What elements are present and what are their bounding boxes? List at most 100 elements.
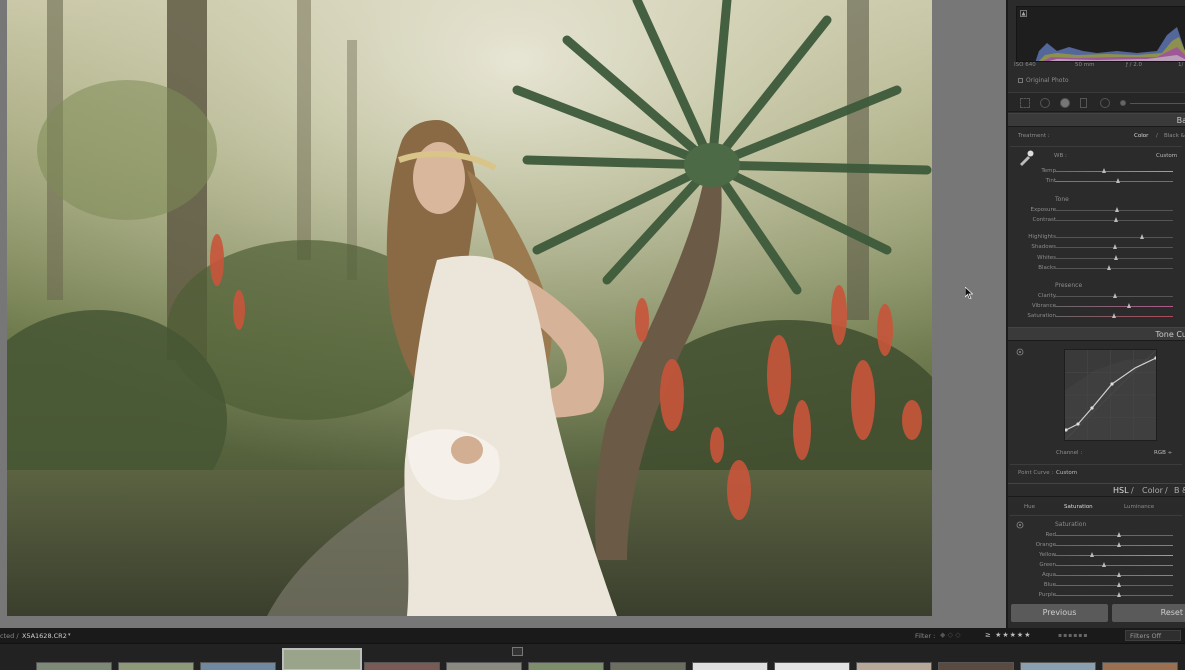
saturation-knob[interactable] (1111, 313, 1116, 318)
hsl-blue-knob[interactable] (1117, 582, 1122, 587)
blacks-knob[interactable] (1106, 265, 1111, 270)
filmstrip-thumbnail[interactable] (364, 662, 440, 670)
hsl-color-title[interactable]: Color (1142, 484, 1163, 497)
radial-filter-icon[interactable] (1100, 98, 1110, 108)
highlights-slider-row[interactable]: Highlights (1008, 233, 1185, 243)
histogram[interactable] (1016, 6, 1185, 62)
red-eye-icon[interactable] (1060, 98, 1070, 108)
highlights-knob[interactable] (1139, 234, 1144, 239)
contrast-slider-track[interactable] (1055, 217, 1173, 222)
tone-curve-graph[interactable] (1064, 349, 1158, 441)
filmstrip-thumbnail[interactable] (774, 662, 850, 670)
whites-slider-track[interactable] (1055, 255, 1173, 260)
filmstrip-thumbnail[interactable] (692, 662, 768, 670)
hsl-orange-track[interactable] (1055, 542, 1173, 547)
tint-slider-row[interactable]: Tint (1008, 177, 1185, 187)
crop-overlay-icon[interactable] (1020, 98, 1030, 108)
previous-button[interactable]: Previous (1011, 604, 1108, 622)
original-photo-toggle[interactable]: Original Photo (1018, 77, 1069, 84)
point-curve-dropdown[interactable]: Custom (1056, 470, 1077, 476)
shadows-slider-row[interactable]: Shadows (1008, 243, 1185, 253)
filmstrip-thumbnail-selected[interactable] (282, 648, 362, 670)
temp-slider-track[interactable] (1055, 168, 1173, 173)
filmstrip-thumbnail[interactable] (118, 662, 194, 670)
contrast-slider-row[interactable]: Contrast (1008, 216, 1185, 226)
clarity-knob[interactable] (1112, 293, 1117, 298)
filmstrip-thumbnail[interactable] (1020, 662, 1096, 670)
rating-filter-stars-icon[interactable]: ≥ ★★★★★ (985, 631, 1031, 639)
flag-filter-icons[interactable]: ◆ ◇ ◇ (940, 631, 961, 639)
hsl-purple-knob[interactable] (1117, 592, 1122, 597)
hsl-green-row[interactable]: Green (1008, 561, 1185, 571)
whites-knob[interactable] (1113, 255, 1118, 260)
hsl-blue-row[interactable]: Blue (1008, 581, 1185, 591)
tint-slider-track[interactable] (1055, 178, 1173, 183)
treatment-bw-option[interactable]: Black & (1164, 133, 1185, 139)
hsl-aqua-knob[interactable] (1117, 572, 1122, 577)
temp-knob[interactable] (1102, 168, 1107, 173)
filmstrip-thumbnail[interactable] (36, 662, 112, 670)
hsl-blue-track[interactable] (1055, 582, 1173, 587)
filmstrip-handle-icon[interactable] (512, 647, 523, 656)
filename-dropdown[interactable]: X5A1628.CR2 (22, 632, 67, 640)
graduated-filter-icon[interactable] (1080, 98, 1087, 108)
filmstrip-thumbnail[interactable] (528, 662, 604, 670)
hsl-yellow-row[interactable]: Yellow (1008, 551, 1185, 561)
hsl-aqua-row[interactable]: Aqua (1008, 571, 1185, 581)
filmstrip-thumbnail[interactable] (446, 662, 522, 670)
basic-section-header[interactable]: Ba (1008, 113, 1185, 127)
hsl-orange-knob[interactable] (1117, 542, 1122, 547)
treatment-color-option[interactable]: Color (1134, 133, 1148, 139)
reset-button[interactable]: Reset (1112, 604, 1185, 622)
clarity-slider-track[interactable] (1055, 293, 1173, 298)
color-filter-icons[interactable]: ▪▪▪▪▪▪ (1058, 632, 1088, 639)
channel-dropdown[interactable]: RGB ÷ (1154, 450, 1172, 456)
hsl-bw-title[interactable]: B & (1174, 484, 1185, 497)
exposure-slider-track[interactable] (1055, 207, 1173, 212)
temp-slider-row[interactable]: Temp (1008, 167, 1185, 177)
hsl-section-header[interactable]: HSL / Color / B & (1008, 483, 1185, 497)
spot-removal-icon[interactable] (1040, 98, 1050, 108)
original-photo-checkbox[interactable] (1018, 78, 1023, 83)
filmstrip-thumbnail[interactable] (856, 662, 932, 670)
hsl-red-row[interactable]: Red (1008, 531, 1185, 541)
whites-slider-row[interactable]: Whites (1008, 254, 1185, 264)
hsl-aqua-track[interactable] (1055, 572, 1173, 577)
hsl-tab-saturation[interactable]: Saturation (1064, 504, 1093, 510)
hsl-green-knob[interactable] (1102, 562, 1107, 567)
vibrance-slider-row[interactable]: Vibrance (1008, 302, 1185, 312)
vibrance-slider-track[interactable] (1055, 303, 1173, 308)
hsl-tab-luminance[interactable]: Luminance (1124, 504, 1154, 510)
hsl-purple-row[interactable]: Purple (1008, 591, 1185, 601)
hsl-orange-row[interactable]: Orange (1008, 541, 1185, 551)
photo-viewport[interactable] (0, 0, 1006, 628)
hsl-tab-hue[interactable]: Hue (1024, 504, 1035, 510)
wb-value-dropdown[interactable]: Custom (1156, 153, 1177, 159)
hsl-red-track[interactable] (1055, 532, 1173, 537)
blacks-slider-row[interactable]: Blacks (1008, 264, 1185, 274)
shadows-knob[interactable] (1112, 244, 1117, 249)
shadows-slider-track[interactable] (1055, 244, 1173, 249)
saturation-slider-track[interactable] (1055, 313, 1173, 318)
exposure-slider-row[interactable]: Exposure (1008, 206, 1185, 216)
filters-off-dropdown[interactable]: Filters Off (1125, 630, 1181, 641)
hsl-target-adjustment-icon[interactable] (1016, 521, 1024, 529)
main-photo[interactable] (7, 0, 932, 616)
hsl-yellow-knob[interactable] (1090, 552, 1095, 557)
filename-dropdown-arrow-icon[interactable]: ▾ (68, 632, 71, 638)
hsl-purple-track[interactable] (1055, 592, 1173, 597)
filmstrip-thumbnail[interactable] (1102, 662, 1178, 670)
hsl-green-track[interactable] (1055, 562, 1173, 567)
contrast-knob[interactable] (1113, 217, 1118, 222)
shadow-clipping-icon[interactable] (1020, 10, 1027, 17)
tint-knob[interactable] (1116, 178, 1121, 183)
target-adjustment-icon[interactable] (1016, 348, 1024, 356)
exposure-knob[interactable] (1115, 207, 1120, 212)
hsl-red-knob[interactable] (1117, 532, 1122, 537)
adjustment-brush-icon[interactable] (1120, 100, 1126, 106)
filmstrip-thumbnail[interactable] (610, 662, 686, 670)
hsl-yellow-track[interactable] (1055, 552, 1173, 557)
vibrance-knob[interactable] (1126, 303, 1131, 308)
blacks-slider-track[interactable] (1055, 265, 1173, 270)
filmstrip[interactable] (0, 643, 1185, 670)
